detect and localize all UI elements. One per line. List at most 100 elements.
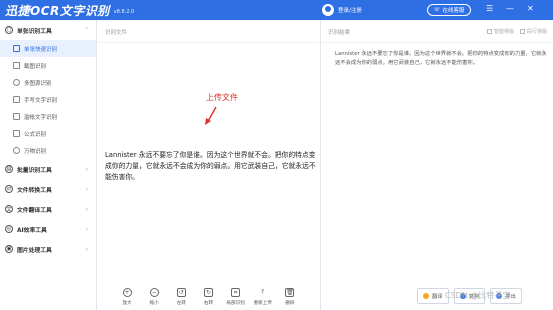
delete-button[interactable]: 🗑 删除 xyxy=(279,284,301,310)
minimize-icon[interactable]: — xyxy=(506,3,514,15)
smart-layout-option[interactable]: 智能排版 xyxy=(486,28,514,35)
sidebar-item-label: 多图源识别 xyxy=(24,80,52,87)
group-label: 批量识别工具 xyxy=(17,167,52,174)
sidebar-group-batch[interactable]: ▤ 批量识别工具 › xyxy=(0,159,96,179)
convert-icon: ⇄ xyxy=(5,185,13,193)
translate-icon xyxy=(423,293,429,299)
login-area[interactable]: 登录/注册 xyxy=(322,4,362,16)
sidebar: ▢ 单张识别工具 ˄ 单张快速识别 截图识别 多图源识别 手写文字识别 滥帐文字… xyxy=(0,20,97,310)
headset-icon: ☏ xyxy=(433,7,441,13)
batch-icon: ▤ xyxy=(5,165,13,173)
watermark: CSDN @比特寻宝 xyxy=(445,291,511,300)
upload-label[interactable]: 上传文件 xyxy=(206,92,238,103)
formula-icon xyxy=(13,130,20,137)
group-label: AI效率工具 xyxy=(17,227,47,234)
sidebar-item-screenshot[interactable]: 截图识别 xyxy=(0,57,96,74)
rotate-left-icon: ↺ xyxy=(176,288,186,297)
chevron-right-icon: › xyxy=(85,165,88,173)
sidebar-item-label: 单张快速识别 xyxy=(24,46,58,53)
login-link[interactable]: 登录/注册 xyxy=(338,6,362,14)
source-pane: 识别文件 上传文件 Lannister 永远不要忘了你是谁。因为这个世界就不会。… xyxy=(98,20,319,310)
image-icon: ▣ xyxy=(5,245,13,253)
sidebar-item-label: 滥帐文字识别 xyxy=(24,114,58,121)
rotate-right-button[interactable]: ↻ 右转 xyxy=(197,284,219,310)
checkbox-icon xyxy=(519,29,525,34)
button-label: 翻译 xyxy=(432,294,443,300)
document-icon xyxy=(13,45,20,52)
divider xyxy=(321,42,553,43)
zoom-in-icon: + xyxy=(122,288,132,297)
partial-recognize-button[interactable]: ⌗ 局部识别 xyxy=(225,284,247,310)
sidebar-group-image[interactable]: ▣ 图片处理工具 › xyxy=(0,239,96,259)
rotate-left-button[interactable]: ↺ 左转 xyxy=(170,284,192,310)
result-text[interactable]: Lannister 永远不要忘了你是谁。因为这个世界就不会。把你的特点变成你的力… xyxy=(335,50,547,68)
chevron-up-icon: ˄ xyxy=(85,26,88,34)
online-service-button[interactable]: ☏ 在线客服 xyxy=(427,4,471,16)
sidebar-item-label: 手写文字识别 xyxy=(24,97,58,104)
sidebar-group-translate[interactable]: 文 文件翻译工具 › xyxy=(0,199,96,219)
avatar-icon[interactable] xyxy=(322,4,334,16)
toolbar-label: 重新上传 xyxy=(253,301,272,306)
option-label: 段行排版 xyxy=(526,29,547,35)
source-pane-title: 识别文件 xyxy=(105,30,128,36)
online-service-label: 在线客服 xyxy=(442,8,465,14)
sidebar-item-quick[interactable]: 单张快速识别 xyxy=(0,40,96,57)
group-label: 图片处理工具 xyxy=(17,247,52,254)
group-label: 文件转换工具 xyxy=(17,187,52,194)
layout-options: 智能排版 段行排版 xyxy=(486,28,547,35)
chevron-right-icon: › xyxy=(85,245,88,253)
app-title: 迅捷OCR文字识别 xyxy=(5,3,110,18)
sidebar-item-multi-language[interactable]: 多图源识别 xyxy=(0,74,96,91)
result-pane-title: 识别结果 xyxy=(328,30,351,36)
ai-icon: ◎ xyxy=(5,225,13,233)
chevron-right-icon: › xyxy=(85,205,88,213)
sidebar-group-convert[interactable]: ⇄ 文件转换工具 › xyxy=(0,179,96,199)
chevron-right-icon: › xyxy=(85,185,88,193)
toolbar-label: 放大 xyxy=(122,301,132,306)
close-icon[interactable]: ✕ xyxy=(527,3,534,15)
single-tool-icon: ▢ xyxy=(5,26,13,34)
divider xyxy=(98,42,319,43)
sidebar-item-object[interactable]: 万物识别 xyxy=(0,142,96,159)
zoom-out-button[interactable]: − 缩小 xyxy=(143,284,165,310)
paragraph-layout-option[interactable]: 段行排版 xyxy=(519,28,547,35)
checkbox-icon xyxy=(486,29,492,34)
image-toolbar: + 放大 − 缩小 ↺ 左转 ↻ 右转 ⌗ 局部识别 ⤒ 重新上传 🗑 删除 xyxy=(98,284,319,310)
crop-icon xyxy=(13,62,20,69)
globe-icon xyxy=(13,79,20,86)
source-text: Lannister 永远不要忘了你是谁。因为这个世界就不会。把你的特点变成你的力… xyxy=(105,151,316,181)
group-label: 文件翻译工具 xyxy=(17,207,52,214)
toolbar-label: 缩小 xyxy=(149,301,159,306)
result-pane: 识别结果 智能排版 段行排版 Lannister 永远不要忘了你是谁。因为这个世… xyxy=(320,20,553,310)
toolbar-label: 左转 xyxy=(176,301,186,306)
toolbar-label: 右转 xyxy=(203,301,214,306)
pen-icon xyxy=(13,96,20,103)
option-label: 智能排版 xyxy=(493,29,514,35)
sidebar-item-table[interactable]: 滥帐文字识别 xyxy=(0,108,96,125)
zoom-in-button[interactable]: + 放大 xyxy=(116,284,138,310)
sidebar-item-label: 截图识别 xyxy=(24,63,47,70)
toolbar-label: 局部识别 xyxy=(226,301,245,306)
translate-button[interactable]: 翻译 xyxy=(417,288,449,304)
sidebar-group-ai[interactable]: ◎ AI效率工具 › xyxy=(0,219,96,239)
sidebar-item-label: 万物识别 xyxy=(24,148,47,155)
reupload-button[interactable]: ⤒ 重新上传 xyxy=(252,284,274,310)
table-icon xyxy=(13,113,20,120)
chevron-right-icon: › xyxy=(85,225,88,233)
sidebar-item-formula[interactable]: 公式识别 xyxy=(0,125,96,142)
sidebar-group-single[interactable]: ▢ 单张识别工具 ˄ xyxy=(0,20,96,40)
zoom-out-icon: − xyxy=(149,288,159,297)
menu-icon[interactable]: ☰ xyxy=(486,3,493,15)
arrow-down-left-icon xyxy=(205,106,217,125)
rotate-right-icon: ↻ xyxy=(203,288,213,297)
crop-icon: ⌗ xyxy=(231,288,241,297)
app-version: v8.8.2.0 xyxy=(113,9,135,15)
translate-icon: 文 xyxy=(5,205,13,213)
sidebar-item-handwriting[interactable]: 手写文字识别 xyxy=(0,91,96,108)
trash-icon: 🗑 xyxy=(285,288,295,297)
object-icon xyxy=(13,147,20,154)
group-label: 单张识别工具 xyxy=(17,28,52,35)
toolbar-label: 删除 xyxy=(285,301,295,306)
title-bar: 迅捷OCR文字识别 v8.8.2.0 登录/注册 ☏ 在线客服 ☰ — ✕ xyxy=(0,0,553,20)
sidebar-item-label: 公式识别 xyxy=(24,131,47,138)
